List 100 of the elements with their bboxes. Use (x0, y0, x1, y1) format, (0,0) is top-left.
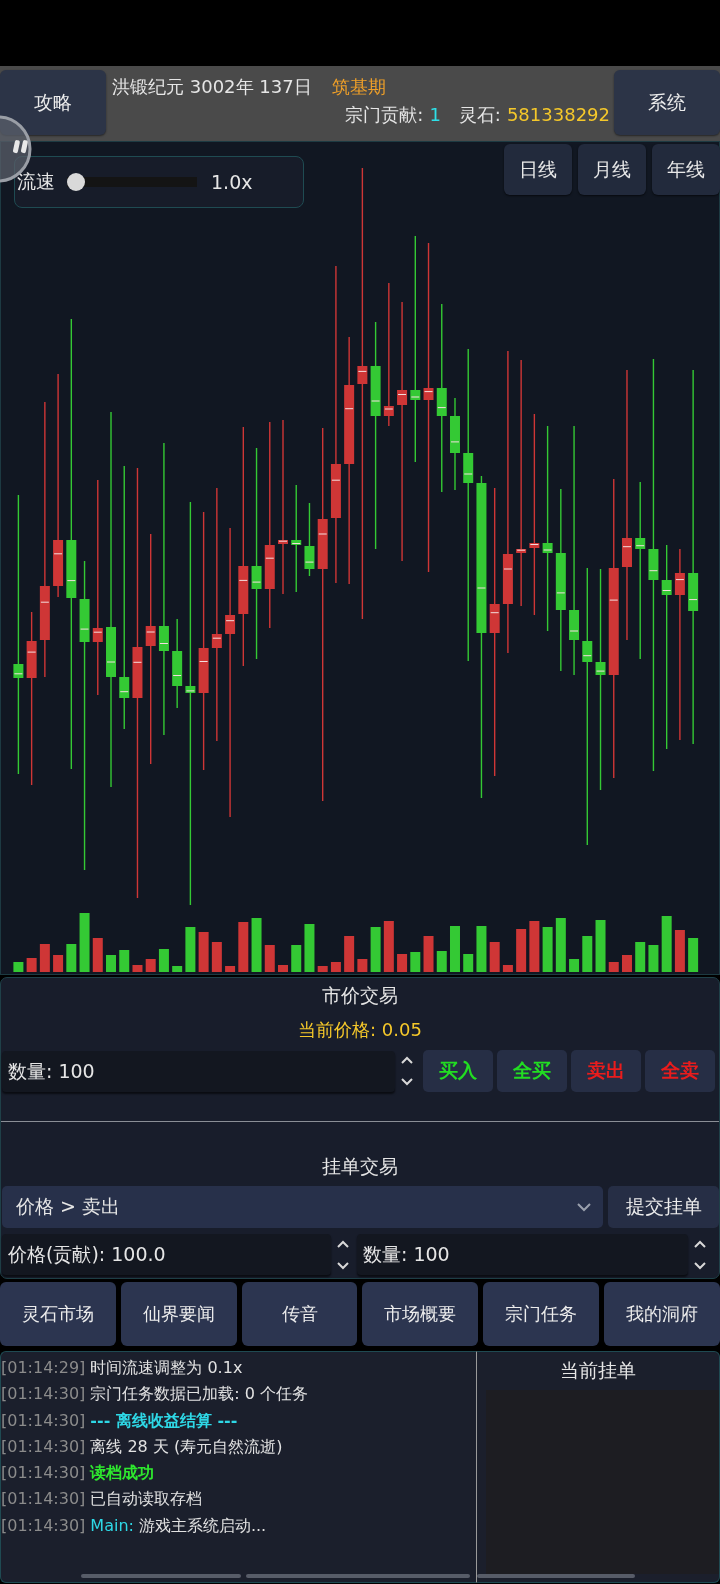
scrollbar-thumb[interactable] (246, 1574, 470, 1578)
speed-label: 流速 (17, 169, 55, 194)
volume-bar (423, 936, 434, 972)
volume-bar (661, 916, 672, 972)
volume-bar (132, 965, 143, 972)
volume-bar (330, 962, 341, 972)
volume-bar (317, 966, 328, 972)
volume-bar (582, 936, 593, 972)
volume-bar (39, 944, 50, 972)
guide-button[interactable]: 攻略 (0, 70, 106, 135)
system-button[interactable]: 系统 (614, 70, 720, 135)
volume-bar (344, 936, 355, 972)
nav-tab[interactable]: 市场概要 (362, 1282, 479, 1346)
log-timestamp: [01:14:30] (1, 1409, 86, 1432)
volume-bar (674, 930, 685, 972)
volume-bar (66, 944, 77, 972)
nav-tab[interactable]: 仙界要闻 (120, 1282, 237, 1346)
volume-bar (304, 924, 315, 972)
volume-bar (476, 926, 487, 972)
volume-bar (119, 950, 130, 972)
log-message: --- 离线收益结算 --- (90, 1409, 238, 1432)
period-tab[interactable]: 月线 (578, 144, 646, 195)
submit-order-button[interactable]: 提交挂单 (608, 1186, 719, 1228)
quantity-field[interactable]: 数量: 100 (357, 1234, 688, 1275)
volume-bar (595, 920, 606, 972)
log-timestamp: [01:14:30] (1, 1514, 86, 1537)
scrollbar-thumb[interactable] (477, 1574, 635, 1578)
volume-bar (555, 918, 566, 972)
volume-bar (463, 954, 474, 972)
pending-orders-title: 当前挂单 (559, 1358, 637, 1383)
volume-bar (450, 926, 460, 972)
game-date: 洪锻纪元 3002年 137日 (112, 75, 312, 99)
cultivation-realm: 筑基期 (331, 75, 386, 99)
nav-tab[interactable]: 宗门任务 (483, 1282, 600, 1346)
volume-bar (529, 921, 540, 972)
log-timestamp: [01:14:30] (1, 1435, 86, 1458)
trade-button[interactable]: 全买 (497, 1050, 567, 1092)
volume-bar (688, 938, 699, 972)
volume-bar (291, 945, 302, 972)
log-message: 游戏主系统启动... (138, 1514, 267, 1537)
volume-bar (569, 959, 580, 972)
volume-bar (502, 965, 513, 972)
volume-bar (608, 962, 619, 972)
log-message: 时间流速调整为 0.1x (90, 1357, 243, 1379)
volume-bar (198, 932, 209, 972)
volume-bar (13, 962, 24, 972)
nav-tab[interactable]: 我的洞府 (604, 1282, 720, 1346)
log-source: Main: (90, 1514, 134, 1537)
volume-bar (106, 955, 116, 972)
slider-thumb[interactable] (67, 173, 85, 191)
volume-bar (383, 921, 394, 972)
volume-bar (79, 913, 90, 972)
volume-bar (185, 927, 196, 972)
contribution-label: 宗门贡献: (345, 103, 424, 127)
current-price: 当前价格: 0.05 (297, 1018, 423, 1042)
period-tab[interactable]: 日线 (504, 144, 572, 195)
volume-bar (278, 965, 288, 972)
log-message: 宗门任务数据已加载: 0 个任务 (90, 1383, 309, 1406)
volume-bar (211, 942, 222, 972)
volume-bar (26, 958, 37, 972)
order-trade-title: 挂单交易 (321, 1154, 399, 1178)
volume-bar (145, 959, 156, 972)
spirit-stone-label: 灵石: (458, 103, 501, 127)
volume-bar (172, 966, 183, 972)
volume-bar (251, 918, 262, 972)
order-type-dropdown[interactable]: 价格 > 卖出 (2, 1186, 603, 1228)
chevron-down-icon (577, 1202, 591, 1212)
speed-reading: 1.0x (211, 171, 253, 193)
log-timestamp: [01:14:30] (1, 1488, 86, 1511)
quantity-field[interactable]: 数量: 100 (2, 1050, 395, 1092)
nav-tab[interactable]: 传音 (241, 1282, 358, 1346)
volume-bar (436, 951, 447, 972)
log-timestamp: [01:14:30] (1, 1383, 86, 1406)
scrollbar-thumb[interactable] (81, 1574, 241, 1578)
nav-tab[interactable]: 灵石市场 (0, 1282, 116, 1346)
volume-bar (516, 929, 527, 972)
log-message: 已自动读取存档 (90, 1488, 203, 1511)
volume-bar (225, 966, 236, 972)
volume-bar (264, 945, 275, 972)
volume-bar (238, 922, 249, 972)
volume-bar (648, 945, 659, 972)
trade-button[interactable]: 买入 (423, 1050, 493, 1092)
log-message: 离线 28 天 (寿元自然流逝) (90, 1435, 283, 1458)
stepper-icon[interactable] (399, 1054, 415, 1088)
volume-bar (489, 942, 500, 972)
log-timestamp: [01:14:30] (1, 1462, 86, 1485)
volume-bar (622, 955, 632, 972)
volume-bar (53, 955, 64, 972)
volume-bar (158, 949, 169, 972)
volume-bar (92, 938, 103, 972)
contribution-value: 1 (429, 103, 441, 127)
volume-bar (410, 952, 421, 972)
price-field[interactable]: 价格(贡献): 100.0 (2, 1234, 331, 1275)
volume-bar (370, 927, 381, 972)
period-tab[interactable]: 年线 (652, 144, 720, 195)
volume-bar (397, 954, 408, 972)
volume-bar (542, 927, 553, 972)
spirit-stone-value: 581338292 (506, 103, 610, 127)
market-trade-title: 市价交易 (321, 983, 399, 1007)
log-message: 读档成功 (90, 1462, 155, 1485)
